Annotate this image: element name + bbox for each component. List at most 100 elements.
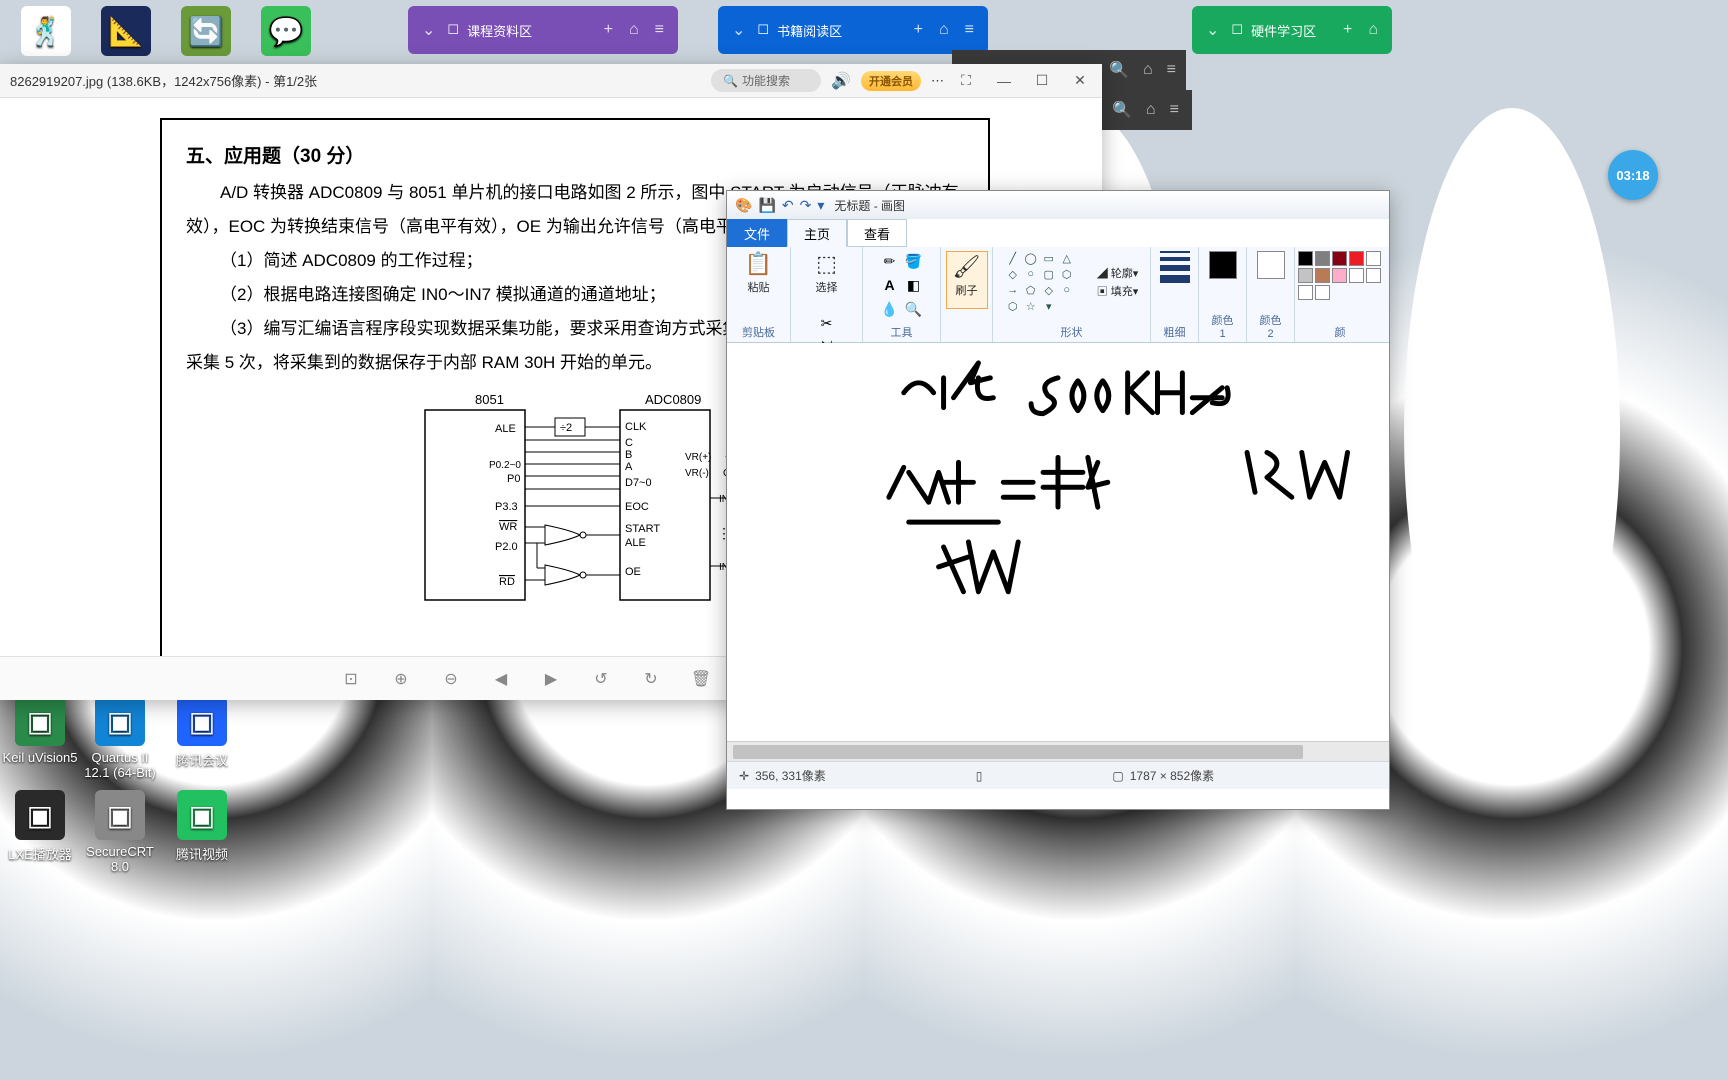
app-icon-yoga[interactable]: 🕺 — [6, 6, 86, 60]
desktop-app-icon[interactable]: ▣腾讯会议 — [162, 696, 242, 769]
maximize-icon[interactable]: ☐ — [1030, 69, 1054, 93]
selection-icon: ▯ — [976, 769, 983, 783]
pencil-icon[interactable]: ✏ — [880, 251, 900, 271]
menu-icon[interactable]: ≡ — [651, 21, 668, 39]
paint-window: 🎨 💾 ↶ ↷ ▾ 无标题 - 画图 文件 主页 查看 📋粘贴 剪贴板 ⬚选择 … — [726, 190, 1390, 810]
undo-icon[interactable]: ↶ — [782, 197, 794, 214]
circuit-diagram: 8051 ADC0809 ÷2 ALE P0 P0.2~0 P3.3 WR P2… — [395, 390, 755, 640]
ribbon-tabs: 文件 主页 查看 — [727, 219, 1389, 247]
timer-badge[interactable]: 03:18 — [1608, 150, 1658, 200]
paint-canvas[interactable] — [727, 343, 1389, 741]
group-color2: 颜色 2 — [1247, 247, 1295, 342]
svg-text:P3.3: P3.3 — [495, 501, 518, 513]
save-icon[interactable]: 💾 — [758, 197, 775, 214]
color-palette[interactable] — [1298, 251, 1382, 300]
circuit-svg: 8051 ADC0809 ÷2 ALE P0 P0.2~0 P3.3 WR P2… — [395, 390, 755, 640]
more-icon[interactable]: ⋯ — [931, 73, 944, 89]
fill-dropdown[interactable]: ▣ 填充▾ — [1097, 283, 1139, 299]
menu-icon[interactable]: ≡ — [1167, 61, 1176, 79]
rotate-right-icon[interactable]: ↻ — [640, 668, 662, 690]
minimize-icon[interactable]: — — [992, 69, 1016, 93]
shapes-gallery[interactable]: ╱◯▭△◇ ○▢⬡→⬠ ◇○⬡☆▾ — [1005, 251, 1091, 313]
horizontal-scrollbar[interactable] — [727, 741, 1389, 761]
tab-view[interactable]: 查看 — [847, 219, 907, 247]
ribbon: 📋粘贴 剪贴板 ⬚选择 ✂ ⇲ 🔄 图像 ✏ 🪣 A ◧ 💧 🔍 — [727, 247, 1389, 343]
home-icon[interactable]: ⌂ — [935, 21, 953, 39]
group-shapes: ╱◯▭△◇ ○▢⬡→⬠ ◇○⬡☆▾ ◢ 轮廓▾ ▣ 填充▾ 形状 — [993, 247, 1151, 342]
home-icon[interactable]: ⌂ — [1143, 61, 1153, 79]
menu-icon[interactable]: ≡ — [961, 21, 978, 39]
rotate-left-icon[interactable]: ↺ — [590, 668, 612, 690]
group-color1: 颜色 1 — [1199, 247, 1247, 342]
search-icon[interactable]: 🔍 — [1109, 60, 1129, 80]
desktop-app-icon[interactable]: ▣腾讯视频 — [162, 790, 242, 863]
app-icon-wechat[interactable]: 💬 — [246, 6, 326, 60]
desktop-app-icon[interactable]: ▣Keil uVision5 — [0, 696, 80, 765]
tab-label: 书籍阅读区 — [777, 21, 842, 40]
svg-text:VR(-): VR(-) — [685, 468, 709, 479]
paint-titlebar[interactable]: 🎨 💾 ↶ ↷ ▾ 无标题 - 画图 — [727, 191, 1389, 219]
outline-dropdown[interactable]: ◢ 轮廓▾ — [1097, 265, 1139, 281]
group-image: ⬚选择 ✂ ⇲ 🔄 图像 — [791, 247, 863, 342]
svg-text:ADC0809: ADC0809 — [645, 392, 701, 407]
qat-dropdown-icon[interactable]: ▾ — [817, 197, 824, 214]
tab-file[interactable]: 文件 — [727, 219, 787, 247]
chevron-down-icon[interactable]: ⌄ — [1202, 20, 1223, 40]
text-icon[interactable]: A — [880, 275, 900, 295]
zoom-out-icon[interactable]: ⊖ — [440, 668, 462, 690]
svg-text:÷2: ÷2 — [560, 422, 572, 434]
home-icon[interactable]: ⌂ — [625, 21, 643, 39]
zoom-in-icon[interactable]: ⊕ — [390, 668, 412, 690]
picker-icon[interactable]: 💧 — [880, 299, 900, 319]
select-button[interactable]: ⬚选择 — [806, 251, 848, 309]
eraser-icon[interactable]: ◧ — [904, 275, 924, 295]
color2-swatch[interactable] — [1257, 251, 1285, 279]
brush-button[interactable]: 🖌刷子 — [946, 251, 988, 309]
redo-icon[interactable]: ↷ — [800, 197, 812, 214]
svg-text:WR: WR — [499, 521, 517, 533]
tab-label: 课程资料区 — [467, 21, 532, 40]
group-brush: 🖌刷子 — [941, 247, 993, 342]
home-icon[interactable]: ⌂ — [1146, 101, 1156, 119]
app-icon-shortcut[interactable]: 🔄 — [166, 6, 246, 60]
desktop-app-icon[interactable]: ▣SecureCRT 8.0 — [80, 790, 160, 874]
search-input[interactable]: 🔍 功能搜索 — [711, 69, 821, 92]
svg-text:RD: RD — [499, 576, 515, 588]
chevron-down-icon[interactable]: ⌄ — [418, 20, 439, 40]
tab-home[interactable]: 主页 — [787, 219, 847, 247]
magnify-icon[interactable]: 🔍 — [904, 299, 924, 319]
close-icon[interactable]: ✕ — [1068, 69, 1092, 93]
home-icon[interactable]: ⌂ — [1364, 21, 1382, 39]
new-tab-icon[interactable]: + — [600, 21, 617, 39]
fullscreen-icon[interactable]: ⛶ — [954, 69, 978, 93]
canvas-size: 1787 × 852像素 — [1130, 767, 1214, 784]
stroke-width-button[interactable] — [1157, 251, 1193, 283]
svg-text:A: A — [625, 461, 633, 473]
cursor-position: 356, 331像素 — [755, 767, 826, 784]
delete-icon[interactable]: 🗑 — [690, 668, 712, 690]
menu-icon[interactable]: ≡ — [1170, 101, 1179, 119]
group-clipboard: 📋粘贴 剪贴板 — [727, 247, 791, 342]
fit-icon[interactable]: ⊡ — [340, 668, 362, 690]
paint-window-title: 无标题 - 画图 — [834, 197, 905, 214]
speaker-icon[interactable]: 🔊 — [831, 71, 851, 91]
search-icon[interactable]: 🔍 — [1112, 100, 1132, 120]
tab-book-reading[interactable]: ⌄ ☐ 书籍阅读区 + ⌂ ≡ — [718, 6, 988, 54]
desktop-app-icon[interactable]: ▣Quartus II 12.1 (64-Bit) — [80, 696, 160, 780]
new-tab-icon[interactable]: + — [1339, 21, 1356, 39]
group-stroke: 粗细 — [1151, 247, 1199, 342]
tab-course-materials[interactable]: ⌄ ☐ 课程资料区 + ⌂ ≡ — [408, 6, 678, 54]
next-icon[interactable]: ▶ — [540, 668, 562, 690]
vip-button[interactable]: 开通会员 — [861, 71, 921, 91]
crop-icon[interactable]: ✂ — [817, 313, 837, 333]
lock-icon: ☐ — [1231, 22, 1243, 38]
fill-icon[interactable]: 🪣 — [904, 251, 924, 271]
tab-hardware-study[interactable]: ⌄ ☐ 硬件学习区 + ⌂ — [1192, 6, 1392, 54]
paste-button[interactable]: 📋粘贴 — [738, 251, 780, 309]
app-icon-matlab[interactable]: 📐 — [86, 6, 166, 60]
color1-swatch[interactable] — [1209, 251, 1237, 279]
new-tab-icon[interactable]: + — [910, 21, 927, 39]
chevron-down-icon[interactable]: ⌄ — [728, 20, 749, 40]
desktop-app-icon[interactable]: ▣LXE播放器 — [0, 790, 80, 863]
prev-icon[interactable]: ◀ — [490, 668, 512, 690]
